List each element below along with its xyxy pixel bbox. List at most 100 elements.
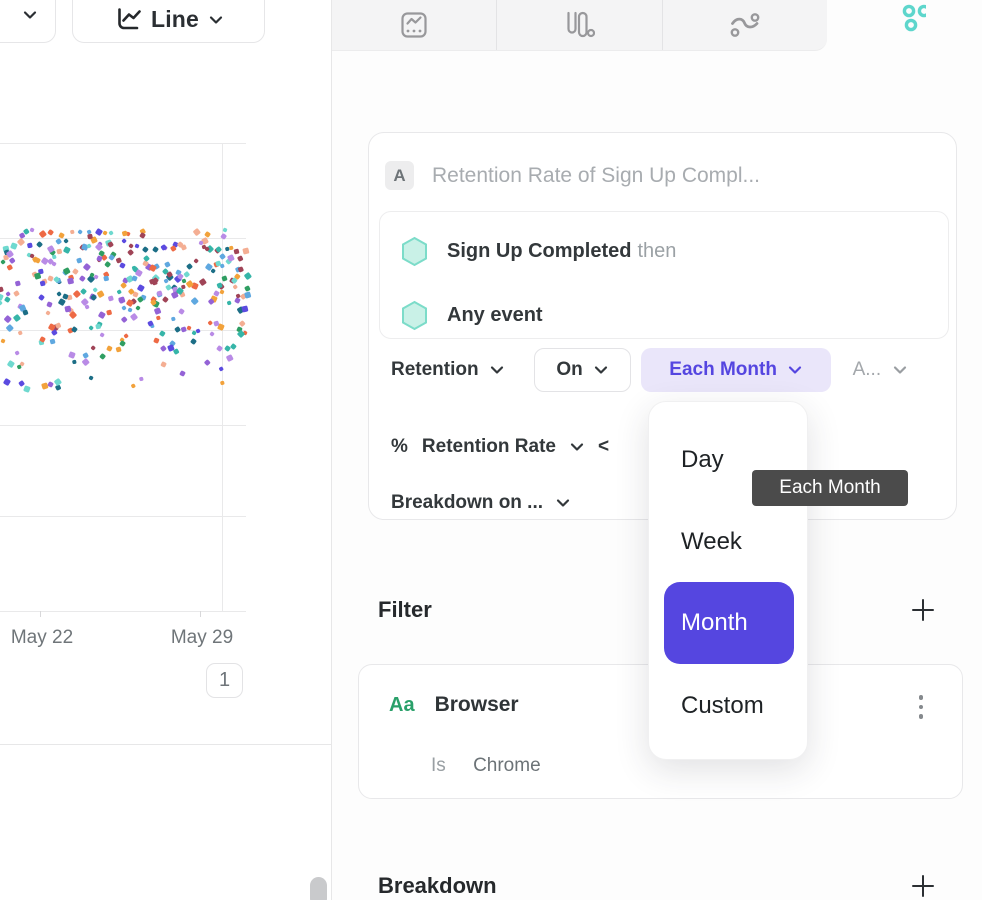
scatter-point xyxy=(142,246,149,253)
tab-chart-view[interactable] xyxy=(332,0,496,50)
tab-flow-view[interactable] xyxy=(662,0,827,50)
scatter-point xyxy=(27,243,33,249)
scatter-point xyxy=(165,284,172,291)
scatter-point xyxy=(220,233,228,241)
scatter-point xyxy=(186,263,193,270)
scatter-point xyxy=(190,297,198,305)
menu-item-week[interactable]: Week xyxy=(681,528,742,556)
event-card: Sign Up Completedthen Any event xyxy=(379,211,949,339)
scatter-point xyxy=(11,242,18,249)
scatter-point xyxy=(180,326,187,333)
scatter-point xyxy=(0,293,3,300)
scatter-point xyxy=(116,346,122,352)
scatter-point xyxy=(95,228,103,236)
actual-label: A... xyxy=(853,359,882,381)
scatter-point xyxy=(72,360,77,365)
toolbar-dropdown-button[interactable] xyxy=(0,0,56,43)
scatter-point xyxy=(90,345,96,351)
scatter-point xyxy=(14,280,21,287)
event-name[interactable]: Any event xyxy=(447,304,543,327)
scatter-point xyxy=(76,257,82,263)
scatter-point xyxy=(7,360,15,368)
actual-dropdown[interactable]: A... xyxy=(853,359,908,381)
scatter-point xyxy=(156,315,161,320)
scatter-point xyxy=(77,229,83,235)
scatter-point xyxy=(70,229,75,234)
scatter-point xyxy=(103,275,109,281)
filter-operator[interactable]: Is xyxy=(431,755,446,776)
query-title[interactable]: Retention Rate of Sign Up Compl... xyxy=(432,164,760,188)
scatter-point xyxy=(119,296,126,303)
scatter-point xyxy=(79,275,85,281)
chevron-down-icon xyxy=(893,365,907,375)
scatter-point xyxy=(106,309,112,315)
retention-label: Retention xyxy=(391,359,479,381)
scatter-point xyxy=(108,230,114,236)
scatter-point xyxy=(86,243,92,249)
scatter-point xyxy=(41,256,49,264)
scatter-point xyxy=(68,351,75,358)
tab-scatter-view[interactable] xyxy=(827,0,982,51)
chart-type-label: Line xyxy=(151,6,199,33)
on-dropdown[interactable]: On xyxy=(534,348,631,392)
chart-type-button[interactable]: Line xyxy=(72,0,265,43)
scatter-point xyxy=(238,255,244,261)
event-name[interactable]: Sign Up Completed xyxy=(447,240,631,262)
chevron-down-icon xyxy=(556,498,570,508)
scatter-point xyxy=(22,309,28,315)
chevron-down-icon xyxy=(23,10,37,20)
scatter-point xyxy=(29,228,35,234)
scatter-point xyxy=(199,277,207,285)
scatter-point xyxy=(178,308,185,315)
scrollbar-thumb[interactable] xyxy=(310,877,327,900)
retention-dropdown[interactable]: Retention xyxy=(391,359,504,381)
event-row-second[interactable]: Any event xyxy=(400,300,543,331)
scatter-point xyxy=(39,280,45,286)
scatter-point xyxy=(139,376,144,381)
scatter-point xyxy=(67,277,74,284)
breakdown-on-dropdown[interactable]: Breakdown on ... xyxy=(391,492,570,514)
scatter-point xyxy=(180,244,187,251)
scatter-point xyxy=(135,305,141,311)
add-breakdown-button[interactable] xyxy=(909,872,937,900)
filter-value[interactable]: Chrome xyxy=(473,755,541,776)
scatter-point xyxy=(154,307,161,314)
gridline xyxy=(0,425,246,426)
chevron-down-icon xyxy=(570,442,584,452)
scatter-point xyxy=(222,275,228,281)
menu-item-custom[interactable]: Custom xyxy=(681,692,764,720)
app-window: May 22May 29 Line 1 xyxy=(0,0,982,900)
scatter-point xyxy=(244,292,251,299)
menu-item-month[interactable]: Month xyxy=(664,582,794,664)
scatter-point xyxy=(137,284,145,292)
menu-item-day[interactable]: Day xyxy=(681,446,724,474)
add-filter-button[interactable] xyxy=(909,596,937,624)
scatter-point xyxy=(121,231,128,238)
filter-menu-button[interactable] xyxy=(908,689,934,725)
scatter-point xyxy=(55,322,61,328)
event-hexagon-icon xyxy=(400,300,429,331)
metric-label: Retention Rate xyxy=(422,436,556,458)
scatter-point xyxy=(119,263,126,270)
flow-squiggle-icon xyxy=(728,9,762,41)
event-hexagon-icon xyxy=(400,236,429,267)
scatter-point xyxy=(65,305,72,312)
scatter-point xyxy=(0,300,3,306)
gridline xyxy=(0,611,246,612)
tab-bar-view[interactable] xyxy=(496,0,661,50)
scatter-point xyxy=(97,290,104,297)
period-dropdown[interactable]: Each Month xyxy=(641,348,831,392)
scatter-point xyxy=(51,261,57,267)
metric-dropdown[interactable]: % Retention Rate < xyxy=(391,436,609,458)
scatter-point xyxy=(54,378,62,386)
scatter-point xyxy=(84,304,89,309)
event-row-first[interactable]: Sign Up Completedthen xyxy=(400,236,676,267)
scatter-point xyxy=(230,343,237,350)
pagination-page-button[interactable]: 1 xyxy=(206,663,243,698)
scatter-point xyxy=(137,296,144,303)
metric-unit: % xyxy=(391,436,408,458)
filter-property-name[interactable]: Browser xyxy=(435,693,519,717)
scatter-point xyxy=(103,231,109,237)
filter-section-title: Filter xyxy=(378,597,432,623)
scatter-point xyxy=(23,385,30,392)
